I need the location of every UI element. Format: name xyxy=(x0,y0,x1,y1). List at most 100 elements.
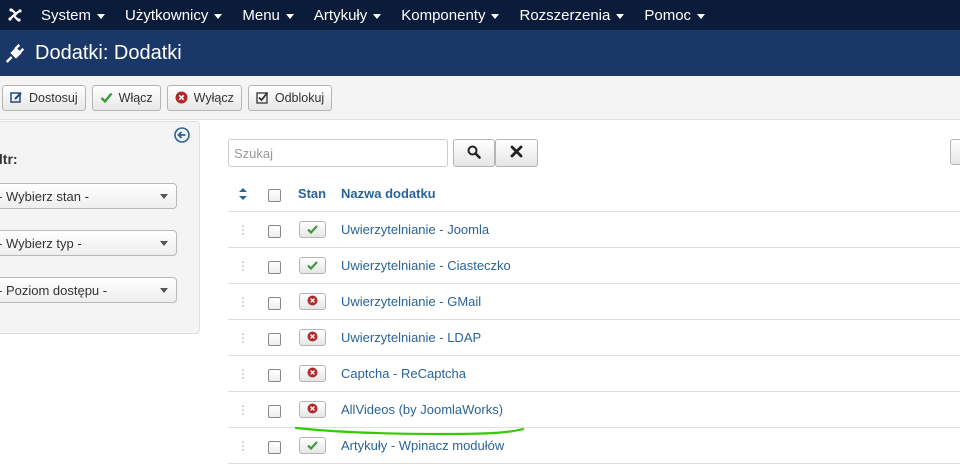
type-select[interactable]: - Wybierz typ - xyxy=(0,230,177,256)
caret-down-icon xyxy=(491,13,500,19)
nav-menu-label: System xyxy=(41,6,92,24)
check-icon xyxy=(306,258,318,273)
table-row: ⋮ Uwierzytelnianie - Ciasteczko xyxy=(228,248,960,284)
status-disabled-toggle[interactable] xyxy=(298,329,326,346)
nav-menu-label: Użytkownicy xyxy=(125,6,209,24)
drag-handle-icon[interactable]: ⋮ xyxy=(237,332,249,344)
check-icon xyxy=(306,222,318,237)
state-select[interactable]: - Wybierz stan - xyxy=(0,183,177,209)
plugin-name-link[interactable]: Uwierzytelnianie - GMail xyxy=(341,294,481,309)
drag-handle-icon[interactable]: ⋮ xyxy=(237,224,249,236)
plugin-name-link[interactable]: Uwierzytelnianie - Joomla xyxy=(341,222,489,237)
toolbar: Dostosuj Włącz Wyłącz Odblokuj xyxy=(0,76,960,120)
select-all-checkbox[interactable] xyxy=(267,189,281,202)
plugins-table: Stan Nazwa dodatku ⋮ Uwierzytelnianie - J… xyxy=(228,176,960,464)
plugin-name-link[interactable]: AllVideos (by JoomlaWorks) xyxy=(341,402,503,417)
close-icon xyxy=(510,145,523,161)
edit-icon xyxy=(10,91,23,104)
search-input[interactable] xyxy=(228,139,448,167)
enable-button[interactable]: Włącz xyxy=(91,84,161,111)
remove-circle-icon xyxy=(175,91,188,104)
remove-circle-icon xyxy=(307,294,318,309)
caret-down-icon xyxy=(97,13,106,19)
nav-menu-label: Rozszerzenia xyxy=(519,6,611,24)
drag-handle-icon[interactable]: ⋮ xyxy=(237,404,249,416)
disable-button[interactable]: Wyłącz xyxy=(166,84,242,111)
nav-menu-articles[interactable]: Artykuły xyxy=(313,6,382,24)
row-checkbox[interactable] xyxy=(267,369,281,382)
joomla-logo-icon[interactable] xyxy=(0,0,30,30)
table-row: ⋮ Uwierzytelnianie - Joomla xyxy=(228,212,960,248)
nav-menu-label: Artykuły xyxy=(313,6,368,24)
search-button[interactable] xyxy=(453,139,495,167)
plugin-icon xyxy=(0,43,34,63)
remove-circle-icon xyxy=(307,366,318,381)
type-select-value: - Wybierz typ - xyxy=(0,235,82,251)
chevron-down-icon xyxy=(160,288,168,293)
state-select-value: - Wybierz stan - xyxy=(0,188,89,204)
table-row: ⋮ AllVideos (by JoomlaWorks) xyxy=(228,392,960,428)
unlock-button[interactable]: Odblokuj xyxy=(247,84,333,111)
clear-search-button[interactable] xyxy=(495,139,538,167)
nav-menu-users[interactable]: Użytkownicy xyxy=(125,6,223,24)
status-disabled-toggle[interactable] xyxy=(298,401,326,418)
status-disabled-toggle[interactable] xyxy=(298,293,326,310)
nav-menu-extensions[interactable]: Rozszerzenia xyxy=(519,6,625,24)
row-checkbox[interactable] xyxy=(267,441,281,454)
drag-handle-icon[interactable]: ⋮ xyxy=(237,368,249,380)
sort-order-icon[interactable] xyxy=(228,187,258,200)
chevron-down-icon xyxy=(160,194,168,199)
row-checkbox[interactable] xyxy=(267,261,281,274)
caret-down-icon xyxy=(285,13,294,19)
customize-label: Dostosuj xyxy=(29,90,78,105)
nav-menu-label: Pomoc xyxy=(644,6,692,24)
row-checkbox[interactable] xyxy=(267,405,281,418)
table-row: ⋮ Uwierzytelnianie - GMail xyxy=(228,284,960,320)
status-disabled-toggle[interactable] xyxy=(298,365,326,382)
chevron-down-icon xyxy=(160,241,168,246)
drag-handle-icon[interactable]: ⋮ xyxy=(237,260,249,272)
table-row: ⋮ Captcha - ReCaptcha xyxy=(228,356,960,392)
filter-sidebar: iltr: - Wybierz stan - - Wybierz typ - -… xyxy=(0,121,200,334)
arrow-left-circle-icon[interactable] xyxy=(174,127,190,146)
status-header[interactable]: Stan xyxy=(298,186,326,201)
page-title: Dodatki: Dodatki xyxy=(35,41,182,64)
unlock-label: Odblokuj xyxy=(274,90,325,105)
row-checkbox[interactable] xyxy=(267,225,281,238)
table-header: Stan Nazwa dodatku xyxy=(228,176,960,212)
plugin-name-link[interactable]: Uwierzytelnianie - Ciasteczko xyxy=(341,258,511,273)
customize-button[interactable]: Dostosuj xyxy=(2,84,86,111)
plugin-name-link[interactable]: Captcha - ReCaptcha xyxy=(341,366,466,381)
nav-menu-label: Komponenty xyxy=(401,6,486,24)
nav-menu-system[interactable]: System xyxy=(41,6,106,24)
search-icon xyxy=(467,145,481,162)
caret-down-icon xyxy=(373,13,382,19)
nav-menu-help[interactable]: Pomoc xyxy=(644,6,706,24)
access-level-select[interactable]: - Poziom dostępu - xyxy=(0,277,177,303)
name-header[interactable]: Nazwa dodatku xyxy=(341,186,436,201)
nav-menu-components[interactable]: Komponenty xyxy=(401,6,500,24)
options-button[interactable] xyxy=(950,139,960,165)
nav-menu-label: Menu xyxy=(242,6,280,24)
caret-down-icon xyxy=(214,13,223,19)
access-select-value: - Poziom dostępu - xyxy=(0,282,108,298)
disable-label: Wyłącz xyxy=(193,90,234,105)
status-enabled-toggle[interactable] xyxy=(298,221,326,238)
checkbox-icon xyxy=(256,91,269,104)
check-icon xyxy=(100,91,113,104)
remove-circle-icon xyxy=(307,330,318,345)
filter-label: iltr: xyxy=(0,151,18,167)
plugin-name-link[interactable]: Uwierzytelnianie - LDAP xyxy=(341,330,481,345)
enable-label: Włącz xyxy=(118,90,153,105)
status-enabled-toggle[interactable] xyxy=(298,257,326,274)
drag-handle-icon[interactable]: ⋮ xyxy=(237,296,249,308)
annotation-underline xyxy=(294,426,525,436)
top-navbar: System Użytkownicy Menu Artykuły Kompone… xyxy=(0,0,960,30)
row-checkbox[interactable] xyxy=(267,333,281,346)
nav-menu-menu[interactable]: Menu xyxy=(242,7,294,24)
caret-down-icon xyxy=(616,13,625,19)
row-checkbox[interactable] xyxy=(267,297,281,310)
caret-down-icon xyxy=(697,13,706,19)
table-row: ⋮ Uwierzytelnianie - LDAP xyxy=(228,320,960,356)
page-header: Dodatki: Dodatki xyxy=(0,30,960,76)
